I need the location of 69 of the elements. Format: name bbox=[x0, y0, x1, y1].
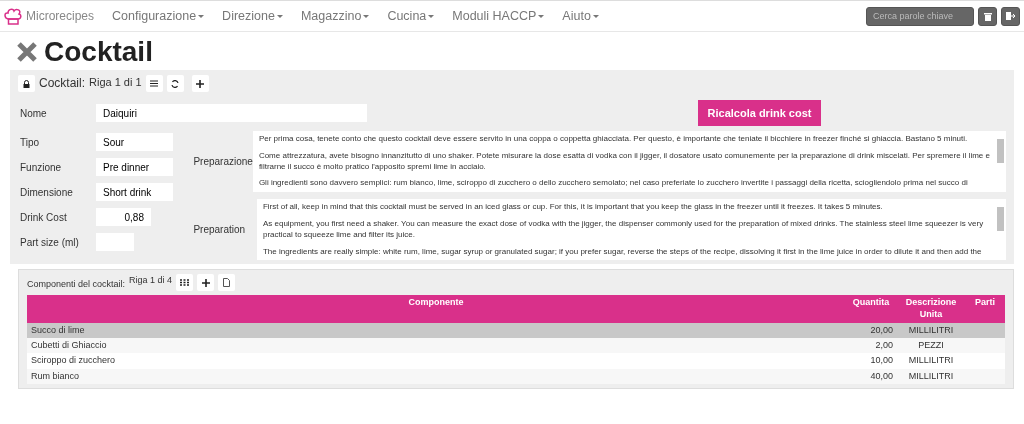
scrollbar-thumb[interactable] bbox=[997, 139, 1004, 163]
trash-icon bbox=[983, 11, 992, 21]
record-counter: Riga 1 di 4 bbox=[129, 274, 173, 288]
paragraph: As equipment, you first need a shaker. You can measure the exact dose of vodka with the jigger, the dispenser commonly used for the preparation of mixed drinks. The stainless steel lime squeezer is very practical to squeeze lime and filter its juice. bbox=[262, 219, 985, 241]
table-cell: 2,00 bbox=[845, 338, 897, 354]
grid-icon bbox=[180, 279, 190, 287]
logout-button[interactable] bbox=[1001, 6, 1020, 26]
paragraph: Per prima cosa, tenete conto che questo cocktail deve essere servito in una coppa o coppetta ghiacciata. Per questo, è importante che teniate il bicchiere in freezer finché si ghiaccia. Bastano 5 minuti. bbox=[258, 134, 969, 145]
grid-button[interactable] bbox=[176, 274, 194, 292]
paragraph: The ingredients are really simple: white rum, lime, sugar syrup or granulated sugar; if you prefer sugar, reverse the steps of the recipe, dissolving it first in the lime juice in order to dilute it and then add the bbox=[262, 246, 983, 258]
menu-item[interactable]: Direzione bbox=[222, 6, 283, 26]
field-label: Preparation bbox=[193, 223, 247, 238]
close-icon[interactable] bbox=[16, 41, 38, 63]
export-icon bbox=[223, 278, 231, 288]
search-field[interactable]: Cerca parole chiave bbox=[866, 6, 974, 26]
input-field[interactable]: Short drink bbox=[96, 183, 173, 201]
menu-item[interactable]: Magazzino bbox=[300, 6, 370, 26]
input-field[interactable]: Pre dinner bbox=[96, 158, 173, 176]
scrollbar-thumb[interactable] bbox=[997, 207, 1004, 232]
table-cell: MILLILITRI bbox=[897, 353, 965, 369]
table-cell: Cubetti di Ghiaccio bbox=[27, 338, 845, 354]
table-row[interactable]: Cubetti di Ghiaccio 2,00 PEZZI bbox=[27, 338, 1005, 354]
lock-icon bbox=[23, 79, 30, 88]
add-button[interactable] bbox=[197, 274, 215, 292]
page-title: Cocktail bbox=[44, 35, 153, 69]
trash-button[interactable] bbox=[978, 6, 997, 26]
paragraph: Gli ingredienti sono davvero semplici: rum bianco, lime, sciroppo di zucchero o dello zucchero semolato; nel caso preferiate lo zucchero invertite i passaggi della ricetta, sciogliendolo prima nel succo di bbox=[258, 178, 969, 190]
text-area[interactable] bbox=[256, 199, 1006, 261]
add-button[interactable] bbox=[191, 75, 209, 92]
list-button[interactable] bbox=[145, 75, 163, 92]
lock-button[interactable] bbox=[18, 75, 35, 92]
input-field[interactable]: 0,88 bbox=[96, 208, 151, 226]
column-header[interactable]: Componente bbox=[27, 295, 845, 323]
logout-icon bbox=[1006, 12, 1015, 20]
text-area[interactable] bbox=[252, 131, 1006, 193]
column-header[interactable]: Quantita bbox=[845, 295, 897, 323]
export-button[interactable] bbox=[218, 274, 236, 292]
field-label: Preparazione bbox=[193, 155, 253, 170]
field-label: Dimensione bbox=[20, 185, 74, 200]
list-icon bbox=[150, 80, 159, 87]
table-cell: PEZZI bbox=[897, 338, 965, 354]
paragraph: Come attrezzatura, avete bisogno innanzitutto di uno shaker. Potete misurare la dose esatta di vodka con il jigger, il dosatore usato comunemente per la preparazione di drink miscelati. Per spremere il lime e filtrarne il succo è molto pratico l'apposito spremi lime in acciaio. bbox=[258, 150, 991, 173]
brand-name[interactable]: Microrecipes bbox=[26, 7, 94, 25]
field-label: Tipo bbox=[20, 135, 41, 150]
name-field[interactable]: Daiquiri bbox=[96, 104, 367, 122]
chef-hat-icon bbox=[4, 7, 22, 25]
add-icon bbox=[196, 79, 205, 88]
record-counter: Riga 1 di 1 bbox=[89, 75, 142, 90]
record-label: Cocktail: bbox=[39, 75, 85, 92]
table-row[interactable]: Sciroppo di zucchero 10,00 MILLILITRI bbox=[27, 353, 1005, 369]
components-label: Componenti del cocktail: bbox=[27, 277, 126, 291]
column-header[interactable]: Descrizione Unita bbox=[897, 295, 965, 323]
menu-item[interactable]: Aiuto bbox=[562, 6, 599, 26]
field-label: Funzione bbox=[20, 160, 63, 175]
field-label: Drink Cost bbox=[20, 210, 68, 225]
menu-item[interactable]: Cucina bbox=[387, 6, 435, 26]
input-field[interactable]: Sour bbox=[96, 133, 173, 151]
table-cell: 10,00 bbox=[845, 353, 897, 369]
refresh-icon bbox=[171, 79, 180, 88]
refresh-button[interactable] bbox=[166, 75, 184, 92]
table-cell: Sciroppo di zucchero bbox=[27, 353, 845, 369]
column-header[interactable]: Parti bbox=[965, 295, 1005, 323]
field-label: Nome bbox=[20, 106, 48, 121]
paragraph: First of all, keep in mind that this cocktail must be served in an iced glass or cup. For this, it is important that you keep the glass in the freezer until it freezes. It takes 5 minutes. bbox=[262, 202, 884, 213]
menu-item[interactable]: Moduli HACCP bbox=[452, 6, 545, 26]
add-icon bbox=[201, 278, 210, 287]
field-label: Part size (ml) bbox=[20, 235, 80, 250]
recalculate-button[interactable]: Ricalcola drink cost bbox=[698, 100, 821, 126]
menu-item[interactable]: Configurazione bbox=[112, 6, 205, 26]
